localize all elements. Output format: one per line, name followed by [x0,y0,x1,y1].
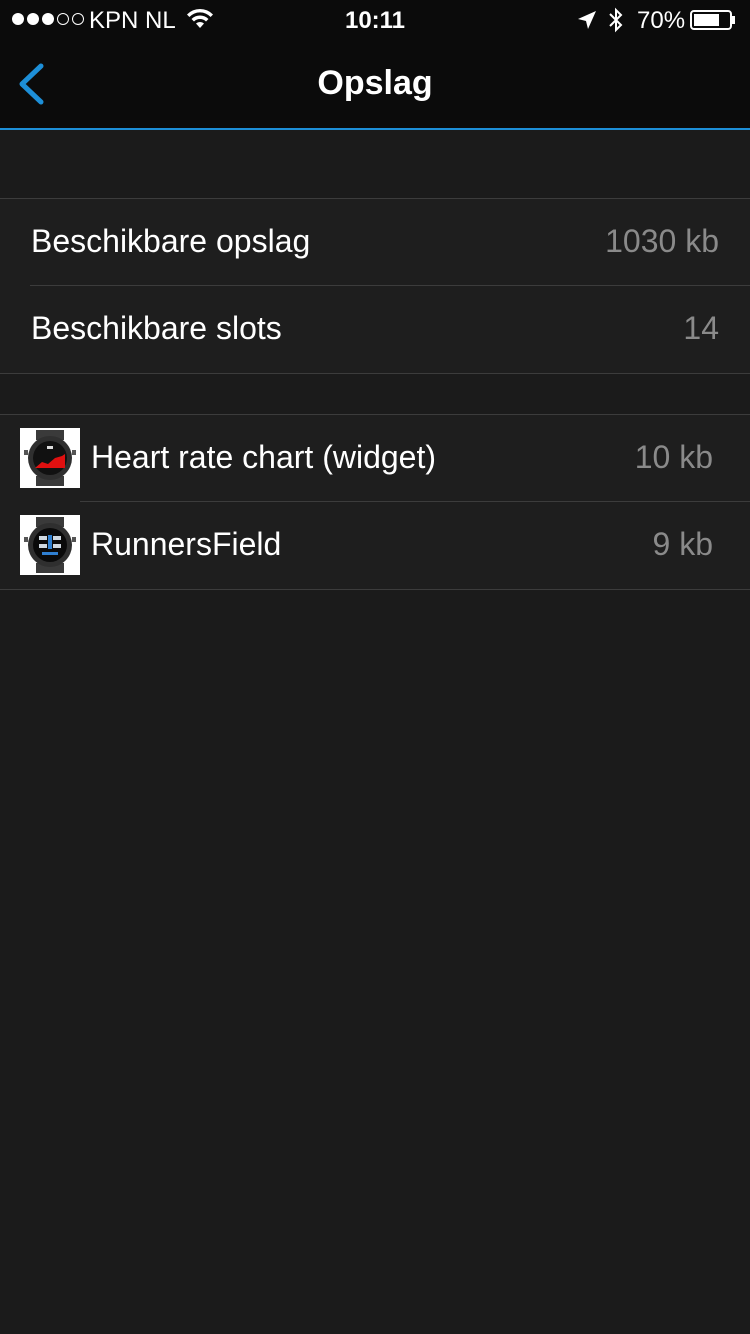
storage-screen: KPN NL 10:11 70% Opslag Beschikbare opsl… [0,0,750,1334]
storage-row-available-storage: Beschikbare opslag 1030 kb [0,199,750,286]
page-title: Opslag [317,64,433,102]
watch-heart-rate-thumbnail-icon [20,428,80,488]
app-name: RunnersField [91,526,282,562]
storage-info-section: Beschikbare opslag 1030 kb Beschikbare s… [0,198,750,374]
storage-row-available-slots: Beschikbare slots 14 [0,285,750,373]
watch-runnersfield-thumbnail-icon [20,515,80,575]
app-row-heart-rate-chart[interactable]: Heart rate chart (widget) 10 kb [0,415,750,502]
location-arrow-icon [578,11,596,29]
app-row-runnersfield[interactable]: RunnersField 9 kb [0,501,750,589]
app-size: 9 kb [652,526,713,562]
navigation-bar: Opslag [0,40,750,128]
installed-apps-section: Heart rate chart (widget) 10 kb RunnersF… [0,414,750,590]
battery-icon [690,10,735,30]
battery-percentage: 70% [637,7,686,34]
app-name: Heart rate chart (widget) [91,439,437,475]
row-label: Beschikbare slots [31,310,282,346]
bluetooth-icon [609,7,623,33]
app-size: 10 kb [634,439,713,475]
row-value: 14 [683,310,719,346]
row-label: Beschikbare opslag [31,223,311,259]
status-bar: KPN NL 10:11 70% [0,0,750,40]
top-bar: KPN NL 10:11 70% Opslag [0,0,750,130]
row-value: 1030 kb [605,223,719,259]
